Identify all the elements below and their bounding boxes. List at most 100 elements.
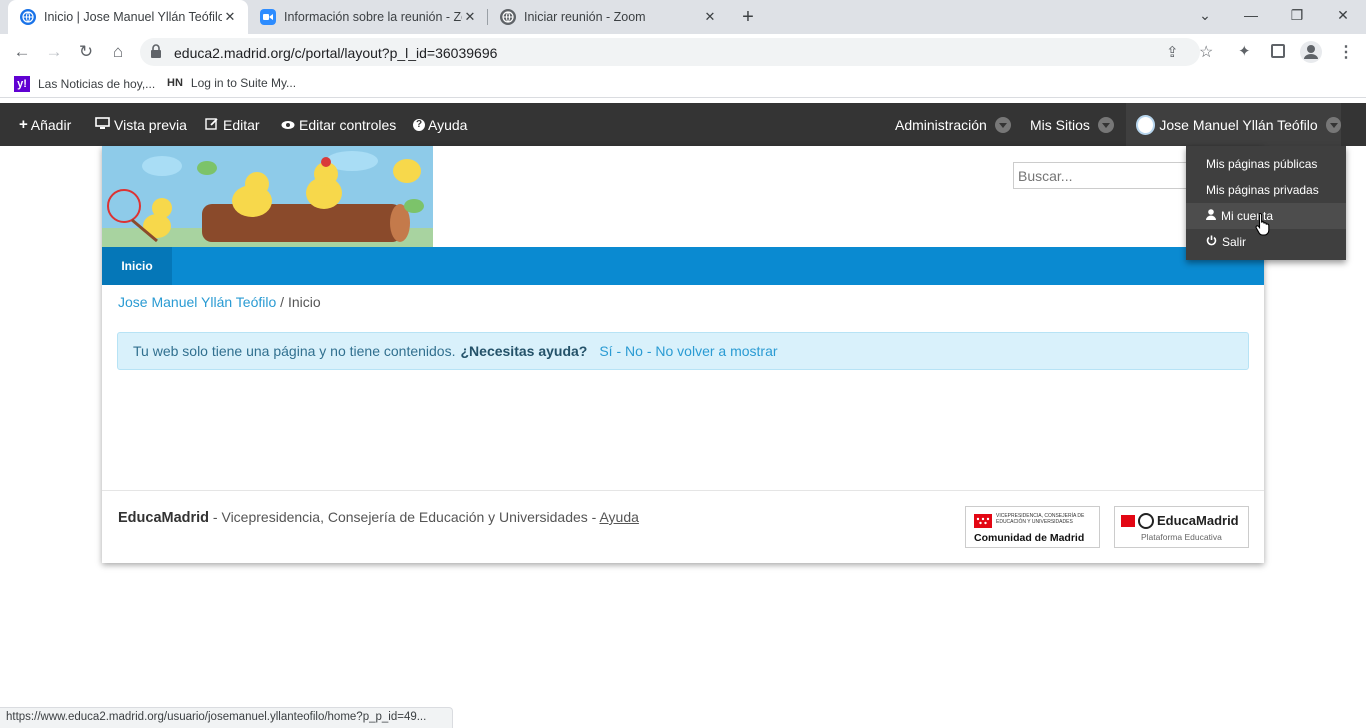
- search-input[interactable]: [1013, 162, 1193, 189]
- add-label: Añadir: [30, 116, 72, 133]
- side-panel-icon[interactable]: [1271, 44, 1285, 58]
- menu-icon[interactable]: ⋮: [1338, 42, 1354, 62]
- power-icon: [1206, 235, 1217, 249]
- chevron-down-icon: [994, 116, 1011, 133]
- user-name: Jose Manuel Yllán Teófilo: [1159, 116, 1318, 133]
- preview-label: Vista previa: [114, 116, 187, 133]
- help-label: Ayuda: [428, 116, 468, 133]
- dockbar: + Añadir Vista previa Editar Editar cont…: [0, 103, 1366, 146]
- footer-text: EducaMadrid - Vicepresidencia, Consejerí…: [118, 509, 639, 526]
- logo-ministry-text: VICEPRESIDENCIA, CONSEJERÍA DE EDUCACIÓN…: [996, 513, 1085, 525]
- tab-zoom-start[interactable]: Iniciar reunión - Zoom ✕: [488, 0, 728, 34]
- alert-question: ¿Necesitas ayuda?: [460, 343, 588, 359]
- url-text: educa2.madrid.org/c/portal/layout?p_l_id…: [174, 45, 498, 61]
- footer-brand: EducaMadrid: [118, 510, 210, 526]
- edit-button[interactable]: Editar: [205, 103, 260, 146]
- educamadrid-logo[interactable]: EducaMadrid Plataforma Educativa: [1114, 506, 1249, 548]
- tab-zoom-info[interactable]: Información sobre la reunión - Zoom ✕: [248, 0, 488, 34]
- help-alert: Tu web solo tiene una página y no tiene …: [117, 332, 1249, 370]
- breadcrumb-current: Inicio: [287, 294, 321, 310]
- plus-icon: +: [19, 116, 28, 133]
- chevron-down-icon: [1097, 116, 1114, 133]
- tab-title: Información sobre la reunión - Zoom: [284, 10, 462, 24]
- minimize-icon[interactable]: —: [1228, 0, 1274, 30]
- comunidad-madrid-logo[interactable]: VICEPRESIDENCIA, CONSEJERÍA DE EDUCACIÓN…: [965, 506, 1100, 548]
- alert-dont-show-link[interactable]: No volver a mostrar: [655, 343, 777, 359]
- monitor-icon: [95, 116, 110, 133]
- admin-label: Administración: [895, 116, 987, 133]
- my-sites-label: Mis Sitios: [1030, 116, 1090, 133]
- tab-title: Iniciar reunión - Zoom: [524, 10, 646, 24]
- close-icon[interactable]: ✕: [702, 9, 718, 25]
- menu-item-label: Mis páginas públicas: [1206, 157, 1318, 171]
- hand-cursor-icon: [1255, 212, 1271, 236]
- bookmark-suite[interactable]: HN Log in to Suite My...: [167, 76, 296, 90]
- edit-icon: [205, 117, 219, 133]
- tab-search-icon[interactable]: ⌄: [1182, 0, 1228, 30]
- site-navigation: Inicio: [102, 247, 1264, 285]
- edit-controls-label: Editar controles: [299, 116, 397, 133]
- menu-item-label: Salir: [1222, 235, 1247, 249]
- forward-icon[interactable]: →: [42, 40, 66, 64]
- reload-icon[interactable]: ↻: [74, 40, 98, 64]
- globe-icon: [500, 9, 516, 25]
- restore-icon[interactable]: ❐: [1274, 0, 1320, 30]
- profile-icon[interactable]: [1300, 41, 1322, 63]
- star-icon[interactable]: ☆: [1199, 42, 1213, 62]
- close-icon[interactable]: ✕: [222, 9, 238, 25]
- footer-description: - Vicepresidencia, Consejería de Educaci…: [209, 509, 600, 525]
- bookmarks-bar: y! Las Noticias de hoy,... HN Log in to …: [0, 70, 1366, 98]
- breadcrumb-owner-link[interactable]: Jose Manuel Yllán Teófilo: [118, 294, 276, 310]
- my-sites-menu[interactable]: Mis Sitios: [1030, 103, 1114, 146]
- page-container: Inicio Jose Manuel Yllán Teófilo / Inici…: [102, 146, 1264, 563]
- educamadrid-emblem-icon: [1138, 513, 1154, 529]
- zoom-icon: [260, 9, 276, 25]
- edit-controls-button[interactable]: Editar controles: [281, 103, 396, 146]
- user-menu[interactable]: Jose Manuel Yllán Teófilo: [1126, 103, 1341, 146]
- globe-icon: [20, 9, 36, 25]
- window-close-icon[interactable]: ✕: [1320, 0, 1366, 30]
- tab-strip: Inicio | Jose Manuel Yllán Teófilo ✕ Inf…: [0, 0, 1366, 34]
- alert-text: Tu web solo tiene una página y no tiene …: [133, 343, 456, 359]
- tab-inicio[interactable]: Inicio | Jose Manuel Yllán Teófilo ✕: [8, 0, 248, 34]
- footer-help-link[interactable]: Ayuda: [599, 509, 638, 525]
- madrid-flag-icon: [974, 514, 992, 528]
- close-icon[interactable]: ✕: [462, 9, 478, 25]
- bookmark-noticias[interactable]: y! Las Noticias de hoy,...: [14, 76, 155, 92]
- admin-menu[interactable]: Administración: [895, 103, 1011, 146]
- menu-item-private-pages[interactable]: Mis páginas privadas: [1186, 177, 1346, 203]
- avatar: [1136, 114, 1156, 135]
- alert-no-link[interactable]: No: [625, 343, 643, 359]
- share-icon[interactable]: ⇪: [1166, 43, 1179, 61]
- logo-platform-text: Plataforma Educativa: [1141, 532, 1222, 542]
- back-icon[interactable]: ←: [10, 40, 34, 64]
- extensions-icon[interactable]: ✦: [1238, 42, 1251, 60]
- menu-item-label: Mis páginas privadas: [1206, 183, 1319, 197]
- bookmark-label: Las Noticias de hoy,...: [38, 77, 156, 91]
- yahoo-icon: y!: [14, 76, 30, 92]
- chevron-down-icon: [1325, 116, 1341, 133]
- breadcrumb-separator: /: [280, 294, 285, 310]
- site-footer: EducaMadrid - Vicepresidencia, Consejerí…: [102, 490, 1264, 563]
- help-button[interactable]: ? Ayuda: [413, 103, 467, 146]
- hn-icon: HN: [167, 77, 183, 89]
- nav-item-inicio[interactable]: Inicio: [102, 247, 172, 285]
- site-banner-image: [102, 146, 433, 247]
- logo-comunidad-text: Comunidad de Madrid: [974, 532, 1085, 544]
- tab-title: Inicio | Jose Manuel Yllán Teófilo: [44, 10, 222, 24]
- new-tab-icon[interactable]: +: [736, 5, 760, 29]
- question-icon: ?: [413, 118, 425, 131]
- preview-button[interactable]: Vista previa: [95, 103, 187, 146]
- eye-icon: [281, 117, 295, 133]
- status-url: https://www.educa2.madrid.org/usuario/jo…: [0, 707, 453, 728]
- menu-item-public-pages[interactable]: Mis páginas públicas: [1186, 151, 1346, 177]
- add-button[interactable]: + Añadir: [19, 103, 71, 146]
- edit-label: Editar: [223, 116, 260, 133]
- lock-icon[interactable]: [150, 44, 164, 60]
- user-dropdown-menu: Mis páginas públicas Mis páginas privada…: [1186, 146, 1346, 260]
- home-icon[interactable]: ⌂: [106, 40, 130, 64]
- bookmark-label: Log in to Suite My...: [190, 76, 297, 90]
- logo-educamadrid-text: EducaMadrid: [1157, 513, 1239, 528]
- alert-yes-link[interactable]: Sí: [599, 343, 612, 359]
- breadcrumb: Jose Manuel Yllán Teófilo / Inicio: [118, 294, 321, 310]
